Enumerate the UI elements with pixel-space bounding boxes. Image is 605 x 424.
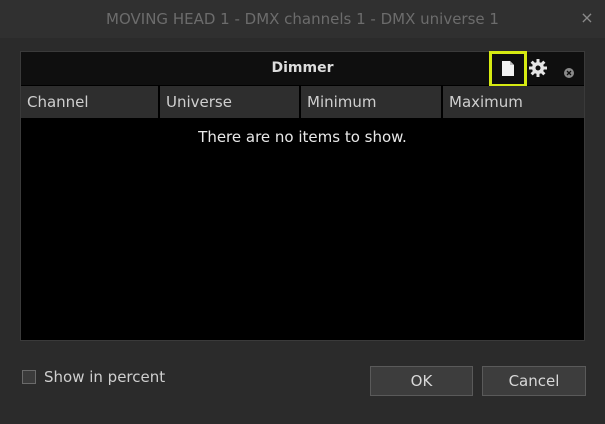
new-document-icon[interactable] (502, 61, 514, 80)
window-close-button[interactable]: × (577, 8, 597, 28)
ok-button[interactable]: OK (370, 366, 473, 396)
dialog-window: MOVING HEAD 1 - DMX channels 1 - DMX uni… (0, 0, 605, 424)
title-bar: MOVING HEAD 1 - DMX channels 1 - DMX uni… (0, 0, 605, 38)
window-title: MOVING HEAD 1 - DMX channels 1 - DMX uni… (106, 10, 499, 28)
close-icon[interactable] (564, 63, 574, 82)
column-header-channel[interactable]: Channel (21, 86, 160, 118)
column-header-universe[interactable]: Universe (160, 86, 301, 118)
show-in-percent-checkbox[interactable] (22, 370, 36, 384)
column-header-maximum[interactable]: Maximum (443, 86, 584, 118)
table-header: Channel Universe Minimum Maximum (21, 86, 584, 118)
cancel-button[interactable]: Cancel (482, 366, 586, 396)
empty-list-message: There are no items to show. (198, 128, 407, 146)
show-in-percent-label: Show in percent (44, 368, 166, 386)
gear-icon[interactable] (529, 59, 547, 81)
panel-header: Dimmer (21, 51, 584, 87)
dimmer-panel: Dimmer Channel Universe Minimum Maximum … (20, 51, 585, 341)
show-in-percent-toggle[interactable]: Show in percent (22, 366, 165, 388)
column-header-minimum[interactable]: Minimum (301, 86, 443, 118)
